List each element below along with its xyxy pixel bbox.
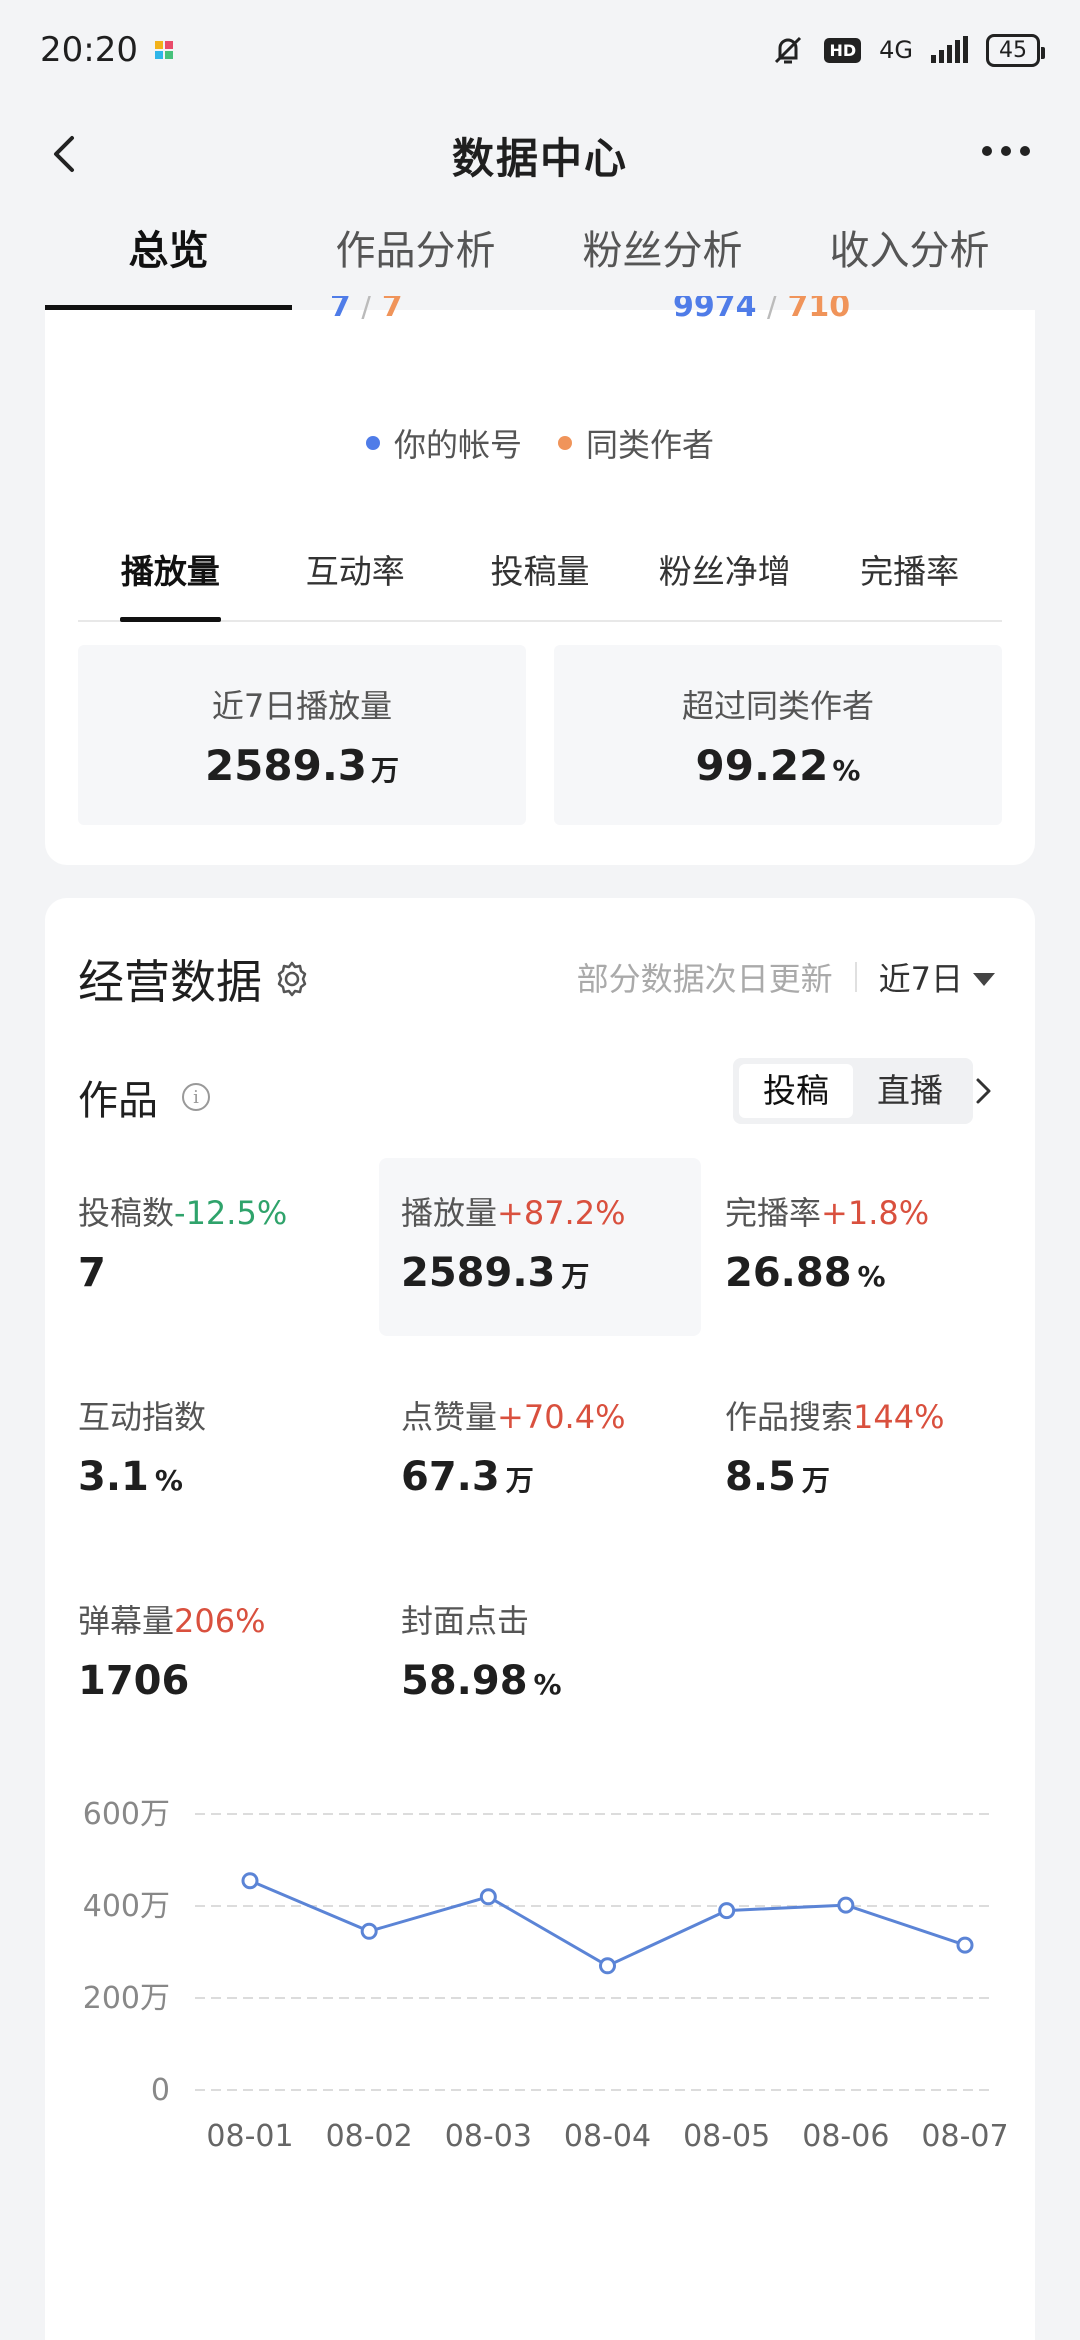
data-point[interactable] (718, 1902, 736, 1920)
x-tick-label: 08-04 (564, 2119, 651, 2154)
back-icon[interactable] (46, 134, 86, 174)
signal-icon (931, 36, 968, 63)
tab-income-analysis[interactable]: 收入分析 (786, 210, 1033, 310)
x-tick-label: 08-02 (326, 2119, 413, 2154)
nav-bar: 数据中心 (0, 110, 1080, 200)
stat-7day-plays: 近7日播放量 2589.3 万 (78, 645, 526, 825)
metric-works-search[interactable]: 作品搜索144% 8.5 万 (725, 1392, 1045, 1572)
stat-beats-peers: 超过同类作者 99.22% (554, 645, 1002, 825)
info-icon[interactable]: i (182, 1083, 210, 1111)
data-point[interactable] (479, 1888, 497, 1906)
mute-icon (775, 36, 802, 64)
metric-interaction-index[interactable]: 互动指数 3.1% (78, 1392, 398, 1572)
section-controls: 部分数据次日更新 近7日 (577, 954, 995, 1000)
data-point[interactable] (360, 1922, 378, 1940)
chevron-down-icon[interactable] (973, 972, 995, 986)
x-tick-label: 08-01 (206, 2119, 293, 2154)
y-tick-label: 400万 (83, 1889, 170, 1924)
hd-badge: HD (824, 37, 862, 63)
status-time: 20:20 (40, 30, 138, 70)
data-point[interactable] (837, 1896, 855, 1914)
x-tick-label: 08-05 (683, 2119, 770, 2154)
metric-tabs: 播放量 互动率 投稿量 粉丝净增 完播率 (78, 530, 1002, 622)
more-icon[interactable] (982, 146, 1030, 156)
legend-dot-blue (365, 436, 380, 450)
update-note: 部分数据次日更新 (576, 960, 833, 998)
works-title: 作品 (78, 1078, 158, 1124)
x-tick-label: 08-07 (921, 2119, 1008, 2154)
subtab-completion-rate[interactable]: 完播率 (817, 530, 1002, 620)
subtab-plays[interactable]: 播放量 (78, 530, 263, 622)
chart-legend: 你的帐号 同类作者 (45, 420, 1035, 466)
section-title: 经营数据 (78, 946, 312, 1012)
overview-card: 7 / 7 9974 / 710 你的帐号 同类作者 播放量 互动率 投稿量 粉… (45, 296, 1035, 865)
tab-works-analysis[interactable]: 作品分析 (292, 210, 539, 310)
y-tick-label: 600万 (83, 1797, 170, 1832)
data-point[interactable] (241, 1872, 259, 1890)
metric-cover-clicks[interactable]: 封面点击 58.98% (401, 1596, 721, 1776)
metric-submissions[interactable]: 投稿数-12.5% 7 (78, 1188, 398, 1368)
segment-live[interactable]: 直播 (853, 1064, 967, 1118)
metric-plays[interactable]: 播放量+87.2% 2589.3 万 (379, 1158, 701, 1336)
plays-line-chart: 0 200万 400万 600万 08-01 08-02 08-03 08-04 08-05 08… (83, 1797, 1009, 2154)
tab-overview[interactable]: 总览 (45, 210, 292, 310)
battery-icon: 45 (986, 33, 1045, 67)
subtab-net-fans[interactable]: 粉丝净增 (632, 530, 817, 620)
metric-completion-rate[interactable]: 完播率+1.8% 26.88% (725, 1188, 1045, 1368)
data-point[interactable] (599, 1957, 616, 1975)
subtab-submissions[interactable]: 投稿量 (448, 530, 633, 620)
x-tick-label: 08-06 (802, 2119, 889, 2154)
period-selector[interactable]: 近7日 (879, 954, 963, 1000)
tab-fans-analysis[interactable]: 粉丝分析 (539, 210, 786, 310)
peek-value-left: 7 / 7 (330, 296, 403, 322)
works-header: 作品 i 投稿 直播 (78, 1058, 1002, 1128)
business-card: 经营数据 部分数据次日更新 近7日 作品 i 投稿 直播 投稿数-12.5% 7… (45, 898, 1035, 2340)
top-tabs: 总览 作品分析 粉丝分析 收入分析 (0, 210, 1080, 310)
works-segment: 投稿 直播 (733, 1058, 973, 1124)
metric-danmaku[interactable]: 弹幕量206% 1706 (78, 1596, 398, 1776)
y-tick-label: 200万 (83, 1981, 170, 2016)
page-title: 数据中心 (451, 133, 628, 183)
y-tick-label: 0 (151, 2073, 170, 2108)
legend-item-own: 你的帐号 (365, 420, 522, 466)
segment-submissions[interactable]: 投稿 (739, 1064, 853, 1118)
peek-value-right: 9974 / 710 (673, 296, 851, 322)
subtab-interaction-rate[interactable]: 互动率 (263, 530, 448, 620)
chevron-right-icon[interactable] (970, 1076, 996, 1106)
app-notification-icon (154, 41, 173, 59)
legend-item-peers: 同类作者 (558, 420, 714, 466)
legend-dot-orange (558, 436, 572, 450)
data-point[interactable] (956, 1936, 974, 1954)
series-line (249, 1879, 966, 1968)
status-bar: 20:20 HD 4G 45 (0, 0, 1080, 100)
metric-likes[interactable]: 点赞量+70.4% 67.3 万 (401, 1392, 721, 1572)
network-type: 4G (879, 36, 913, 64)
gear-icon[interactable] (272, 959, 312, 999)
x-tick-label: 08-03 (445, 2119, 532, 2154)
